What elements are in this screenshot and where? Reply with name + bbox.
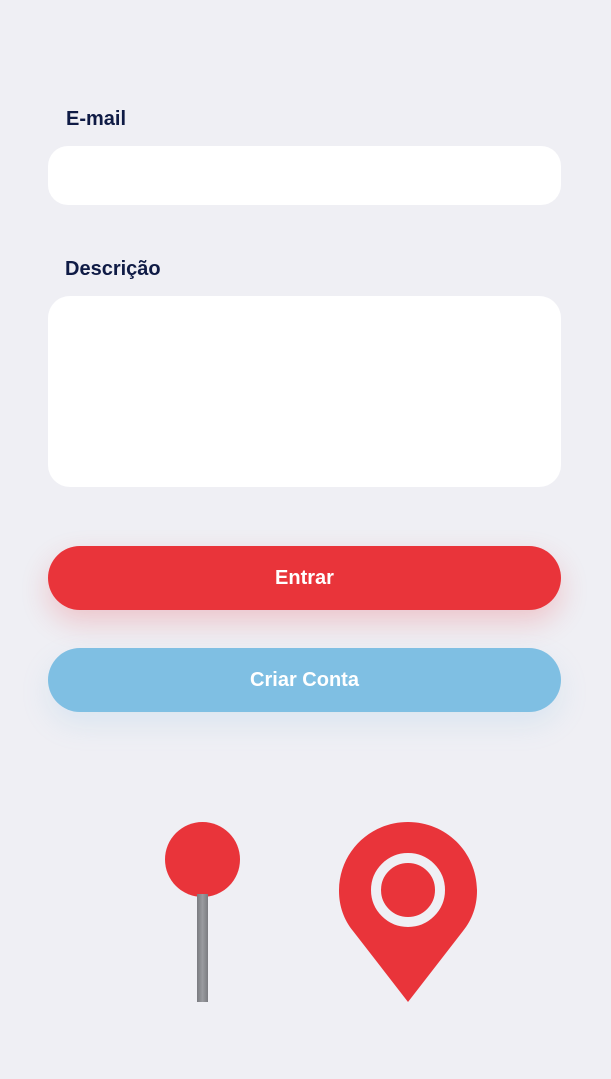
map-marker-icon — [339, 822, 477, 1002]
enter-button[interactable]: Entrar — [48, 546, 561, 610]
description-field[interactable] — [48, 296, 561, 487]
email-field[interactable] — [48, 146, 561, 205]
push-pin-icon — [197, 894, 208, 1002]
email-label: E-mail — [66, 108, 127, 130]
create-account-button[interactable]: Criar Conta — [48, 648, 561, 712]
push-pin-head — [165, 822, 240, 897]
description-label: Descrição — [65, 258, 161, 280]
